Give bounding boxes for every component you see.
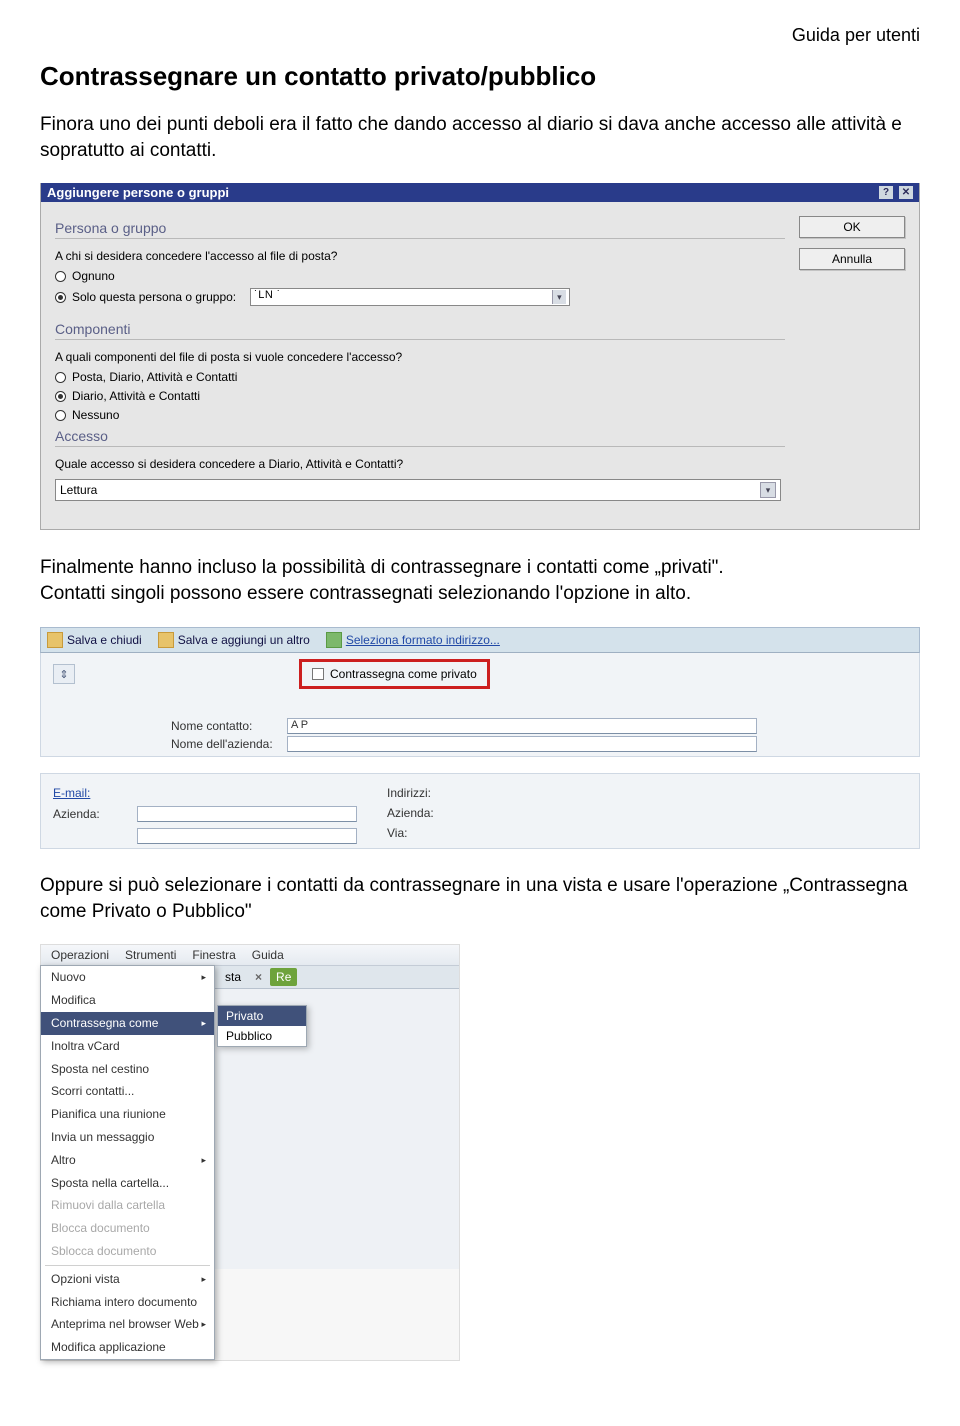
- company-name-label: Nome dell'azienda:: [171, 737, 281, 751]
- radio-only-person-label: Solo questa persona o gruppo:: [72, 290, 236, 304]
- section-componenti: Componenti: [55, 321, 785, 340]
- ctx-blocca: Blocca documento: [41, 1217, 214, 1240]
- azienda2-label: Azienda:: [387, 806, 465, 820]
- tab-row: sta × Re: [215, 966, 459, 989]
- ctx-nuovo[interactable]: Nuovo▸: [41, 966, 214, 989]
- ctx-sblocca: Sblocca documento: [41, 1240, 214, 1263]
- azienda-label: Azienda:: [53, 807, 131, 821]
- radio-comp-none[interactable]: [55, 410, 66, 421]
- private-checkbox[interactable]: [312, 668, 324, 680]
- componenti-question: A quali componenti del file di posta si …: [55, 350, 785, 364]
- format-icon: [326, 632, 342, 648]
- menu-guida[interactable]: Guida: [252, 948, 284, 962]
- dialog-title: Aggiungere persone o gruppi: [47, 185, 229, 200]
- ctx-opzioni[interactable]: Opzioni vista▸: [41, 1268, 214, 1291]
- via-label: Via:: [387, 826, 465, 840]
- contact-name-label: Nome contatto:: [171, 719, 281, 733]
- save-close-button[interactable]: Salva e chiudi: [47, 632, 142, 648]
- dropdown-icon[interactable]: ▾: [552, 290, 566, 304]
- close-icon[interactable]: ✕: [899, 186, 913, 199]
- radio-comp-diary-label: Diario, Attività e Contatti: [72, 389, 200, 403]
- ctx-richiama[interactable]: Richiama intero documento: [41, 1291, 214, 1314]
- page-title: Contrassegnare un contatto privato/pubbl…: [40, 61, 920, 92]
- save-add-icon: [158, 632, 174, 648]
- indirizzi-label: Indirizzi:: [387, 786, 465, 800]
- section-accesso: Accesso: [55, 428, 785, 447]
- dropdown-icon[interactable]: ▾: [760, 482, 776, 498]
- contact-form: ⇕ Contrassegna come privato Nome contatt…: [40, 653, 920, 758]
- save-icon: [47, 632, 63, 648]
- radio-comp-all[interactable]: [55, 372, 66, 383]
- dialog-add-people: Aggiungere persone o gruppi ? ✕ Persona …: [40, 183, 920, 530]
- mark-private-highlight: Contrassegna come privato: [299, 659, 490, 689]
- radio-only-person[interactable]: [55, 292, 66, 303]
- azienda-input[interactable]: [137, 806, 357, 822]
- ctx-modifica-app[interactable]: Modifica applicazione: [41, 1336, 214, 1359]
- ctx-scorri[interactable]: Scorri contatti...: [41, 1080, 214, 1103]
- contact-name-input[interactable]: A P: [287, 718, 757, 734]
- menu-screenshot: Operazioni Strumenti Finestra Guida Nuov…: [40, 944, 460, 1361]
- person-input[interactable]: ˙LN ˙▾: [250, 288, 570, 306]
- radio-comp-all-label: Posta, Diario, Attività e Contatti: [72, 370, 237, 384]
- ctx-modifica[interactable]: Modifica: [41, 989, 214, 1012]
- radio-everyone[interactable]: [55, 271, 66, 282]
- private-label: Contrassegna come privato: [330, 667, 477, 681]
- azienda-input-2[interactable]: [137, 828, 357, 844]
- ctx-rimuovi: Rimuovi dalla cartella: [41, 1194, 214, 1217]
- email-label[interactable]: E-mail:: [53, 786, 131, 800]
- menubar: Operazioni Strumenti Finestra Guida: [41, 945, 459, 966]
- accesso-select[interactable]: Lettura ▾: [55, 479, 781, 501]
- tab-re[interactable]: Re: [270, 968, 297, 986]
- radio-comp-diary[interactable]: [55, 391, 66, 402]
- menu-strumenti[interactable]: Strumenti: [125, 948, 176, 962]
- expand-button[interactable]: ⇕: [53, 664, 75, 684]
- persona-question: A chi si desidera concedere l'accesso al…: [55, 249, 785, 263]
- accesso-question: Quale accesso si desidera concedere a Di…: [55, 457, 785, 471]
- ctx-sposta-cartella[interactable]: Sposta nella cartella...: [41, 1172, 214, 1195]
- ctx-invia[interactable]: Invia un messaggio: [41, 1126, 214, 1149]
- contact-details: E-mail: Azienda: Indirizzi: Azienda: Via…: [40, 773, 920, 849]
- radio-comp-none-label: Nessuno: [72, 408, 119, 422]
- ctx-pianifica[interactable]: Pianifica una riunione: [41, 1103, 214, 1126]
- ctx-inoltra[interactable]: Inoltra vCard: [41, 1035, 214, 1058]
- intro-paragraph: Finora uno dei punti deboli era il fatto…: [40, 112, 920, 163]
- ctx-anteprima[interactable]: Anteprima nel browser Web▸: [41, 1313, 214, 1336]
- cancel-button[interactable]: Annulla: [799, 248, 905, 270]
- ctx-sposta-cestino[interactable]: Sposta nel cestino: [41, 1058, 214, 1081]
- tab-close-icon[interactable]: ×: [249, 968, 268, 986]
- accesso-value: Lettura: [60, 483, 97, 497]
- header-guide: Guida per utenti: [40, 25, 920, 46]
- submenu-privato[interactable]: Privato: [218, 1006, 306, 1026]
- format-address-link[interactable]: Seleziona formato indirizzo...: [326, 632, 500, 648]
- menu-finestra[interactable]: Finestra: [192, 948, 235, 962]
- menu-operazioni[interactable]: Operazioni: [51, 948, 109, 962]
- help-icon[interactable]: ?: [879, 186, 893, 199]
- submenu-pubblico[interactable]: Pubblico: [218, 1026, 306, 1046]
- company-name-input[interactable]: [287, 736, 757, 752]
- submenu-contrassegna: Privato Pubblico: [217, 1005, 307, 1047]
- ctx-altro[interactable]: Altro▸: [41, 1149, 214, 1172]
- ok-button[interactable]: OK: [799, 216, 905, 238]
- final-paragraph: Oppure si può selezionare i contatti da …: [40, 873, 920, 924]
- middle-paragraph: Finalmente hanno incluso la possibilità …: [40, 555, 920, 606]
- save-add-button[interactable]: Salva e aggiungi un altro: [158, 632, 310, 648]
- ctx-contrassegna[interactable]: Contrassegna come▸: [41, 1012, 214, 1035]
- contact-toolbar: Salva e chiudi Salva e aggiungi un altro…: [40, 627, 920, 653]
- section-persona: Persona o gruppo: [55, 220, 785, 239]
- context-menu: Nuovo▸ Modifica Contrassegna come▸ Inolt…: [40, 965, 215, 1360]
- radio-everyone-label: Ognuno: [72, 269, 115, 283]
- tab-sta[interactable]: sta: [219, 968, 247, 986]
